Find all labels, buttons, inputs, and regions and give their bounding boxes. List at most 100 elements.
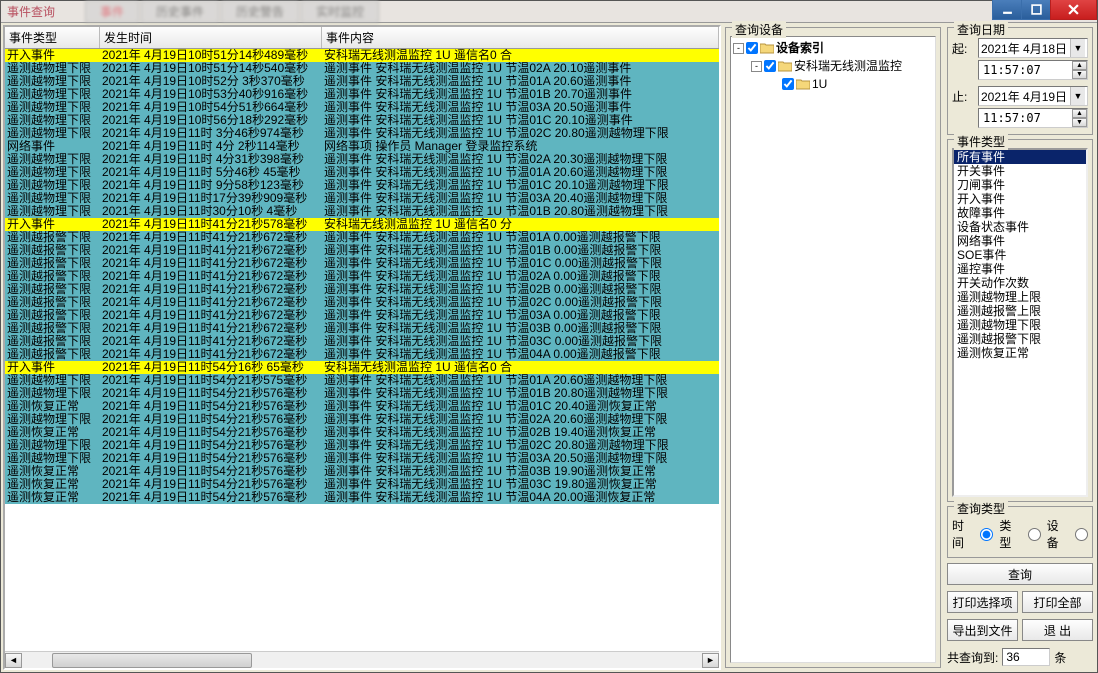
table-row[interactable]: 遥测越物理下限2021年 4月19日11时54分21秒576毫秒遥测事件 安科瑞… xyxy=(5,439,719,452)
event-type-list[interactable]: 所有事件开关事件刀闸事件开入事件故障事件设备状态事件网络事件SOE事件遥控事件开… xyxy=(952,148,1088,497)
table-row[interactable]: 遥测越物理下限2021年 4月19日11时 9分58秒123毫秒遥测事件 安科瑞… xyxy=(5,179,719,192)
list-item[interactable]: 所有事件 xyxy=(954,150,1086,164)
table-row[interactable]: 遥测越物理下限2021年 4月19日11时 3分46秒974毫秒遥测事件 安科瑞… xyxy=(5,127,719,140)
col-header-time[interactable]: 发生时间 xyxy=(100,27,322,48)
radio-time[interactable] xyxy=(980,528,993,541)
list-item[interactable]: 刀闸事件 xyxy=(954,178,1086,192)
tab-3[interactable]: 实时监控 xyxy=(301,0,379,23)
list-item[interactable]: 故障事件 xyxy=(954,206,1086,220)
table-row[interactable]: 遥测越物理下限2021年 4月19日11时30分10秒 4毫秒遥测事件 安科瑞无… xyxy=(5,205,719,218)
to-time-input[interactable]: 11:57:07 ▲▼ xyxy=(978,108,1088,128)
table-row[interactable]: 遥测越物理下限2021年 4月19日10时54分51秒664毫秒遥测事件 安科瑞… xyxy=(5,101,719,114)
tree-root-check[interactable] xyxy=(746,42,758,54)
cell-content: 遥测事件 安科瑞无线测温监控 1U 节温03C 0.00遥测越报警下限 xyxy=(322,335,719,348)
scroll-thumb[interactable] xyxy=(52,653,252,668)
time-spinner[interactable]: ▲▼ xyxy=(1072,61,1087,79)
table-row[interactable]: 遥测越物理下限2021年 4月19日10时52分 3秒370毫秒遥测事件 安科瑞… xyxy=(5,75,719,88)
cell-type: 遥测恢复正常 xyxy=(5,465,100,478)
time-spinner[interactable]: ▲▼ xyxy=(1072,109,1087,127)
export-button[interactable]: 导出到文件 xyxy=(947,619,1018,641)
table-row[interactable]: 遥测越物理下限2021年 4月19日11时54分21秒576毫秒遥测事件 安科瑞… xyxy=(5,413,719,426)
table-row[interactable]: 开入事件2021年 4月19日11时54分16秒 65毫秒安科瑞无线测温监控 1… xyxy=(5,361,719,374)
table-row[interactable]: 遥测越报警下限2021年 4月19日11时41分21秒672毫秒遥测事件 安科瑞… xyxy=(5,348,719,361)
tab-2[interactable]: 历史警告 xyxy=(221,0,299,23)
chevron-down-icon[interactable]: ▼ xyxy=(1070,39,1085,57)
table-row[interactable]: 遥测恢复正常2021年 4月19日11时54分21秒576毫秒遥测事件 安科瑞无… xyxy=(5,465,719,478)
cell-time: 2021年 4月19日11时 9分58秒123毫秒 xyxy=(100,179,322,192)
table-row[interactable]: 遥测越报警下限2021年 4月19日11时41分21秒672毫秒遥测事件 安科瑞… xyxy=(5,257,719,270)
table-row[interactable]: 开入事件2021年 4月19日11时41分21秒578毫秒安科瑞无线测温监控 1… xyxy=(5,218,719,231)
horizontal-scrollbar[interactable]: ◄ ► xyxy=(5,651,719,668)
cell-content: 遥测事件 安科瑞无线测温监控 1U 节温01C 20.10遥测越物理下限 xyxy=(322,179,719,192)
table-row[interactable]: 遥测越报警下限2021年 4月19日11时41分21秒672毫秒遥测事件 安科瑞… xyxy=(5,231,719,244)
to-date-input[interactable]: 2021年 4月19日 ▼ xyxy=(978,86,1088,106)
table-row[interactable]: 遥测恢复正常2021年 4月19日11时54分21秒576毫秒遥测事件 安科瑞无… xyxy=(5,400,719,413)
app-window: 事件查询 事件 历史事件 历史警告 实时监控 事件类型 发生时间 事件内容 开入… xyxy=(0,0,1098,673)
from-time-input[interactable]: 11:57:07 ▲▼ xyxy=(978,60,1088,80)
col-header-type[interactable]: 事件类型 xyxy=(5,27,100,48)
scroll-left-icon[interactable]: ◄ xyxy=(5,653,22,668)
expand-icon[interactable]: - xyxy=(751,61,762,72)
table-row[interactable]: 遥测恢复正常2021年 4月19日11时54分21秒576毫秒遥测事件 安科瑞无… xyxy=(5,491,719,504)
list-item[interactable]: 遥测越物理下限 xyxy=(954,318,1086,332)
tree-child1[interactable]: - 安科瑞无线测温监控 xyxy=(733,57,933,75)
radio-device[interactable] xyxy=(1075,528,1088,541)
cell-time: 2021年 4月19日11时54分21秒576毫秒 xyxy=(100,478,322,491)
list-item[interactable]: 遥测恢复正常 xyxy=(954,346,1086,360)
minimize-button[interactable] xyxy=(992,0,1022,20)
device-tree-legend: 查询设备 xyxy=(732,21,786,38)
table-row[interactable]: 遥测越物理下限2021年 4月19日10时56分18秒292毫秒遥测事件 安科瑞… xyxy=(5,114,719,127)
list-item[interactable]: 遥测越物理上限 xyxy=(954,290,1086,304)
close-button[interactable] xyxy=(1050,0,1097,20)
table-row[interactable]: 遥测越物理下限2021年 4月19日11时54分21秒575毫秒遥测事件 安科瑞… xyxy=(5,374,719,387)
content: 事件类型 发生时间 事件内容 开入事件2021年 4月19日10时51分14秒4… xyxy=(1,23,1097,672)
list-item[interactable]: 开关事件 xyxy=(954,164,1086,178)
tree-root[interactable]: - 设备索引 xyxy=(733,39,933,57)
table-row[interactable]: 遥测越物理下限2021年 4月19日10时53分40秒916毫秒遥测事件 安科瑞… xyxy=(5,88,719,101)
list-item[interactable]: SOE事件 xyxy=(954,248,1086,262)
table-row[interactable]: 遥测越物理下限2021年 4月19日11时 4分31秒398毫秒遥测事件 安科瑞… xyxy=(5,153,719,166)
scroll-right-icon[interactable]: ► xyxy=(702,653,719,668)
table-row[interactable]: 遥测越报警下限2021年 4月19日11时41分21秒672毫秒遥测事件 安科瑞… xyxy=(5,283,719,296)
tree-child1-check[interactable] xyxy=(764,60,776,72)
table-row[interactable]: 遥测越物理下限2021年 4月19日11时 5分46秒 45毫秒遥测事件 安科瑞… xyxy=(5,166,719,179)
query-button[interactable]: 查询 xyxy=(947,563,1093,585)
table-row[interactable]: 遥测越报警下限2021年 4月19日11时41分21秒672毫秒遥测事件 安科瑞… xyxy=(5,244,719,257)
device-tree[interactable]: - 设备索引 - 安科瑞无线测温监控 xyxy=(730,36,936,663)
table-row[interactable]: 遥测越物理下限2021年 4月19日11时54分21秒576毫秒遥测事件 安科瑞… xyxy=(5,387,719,400)
tree-child2[interactable]: 1U xyxy=(733,75,933,93)
list-item[interactable]: 开入事件 xyxy=(954,192,1086,206)
print-selection-button[interactable]: 打印选择项 xyxy=(947,591,1018,613)
table-row[interactable]: 遥测越物理下限2021年 4月19日11时54分21秒576毫秒遥测事件 安科瑞… xyxy=(5,452,719,465)
list-item[interactable]: 开关动作次数 xyxy=(954,276,1086,290)
from-date-input[interactable]: 2021年 4月18日 ▼ xyxy=(978,38,1088,58)
list-item[interactable]: 设备状态事件 xyxy=(954,220,1086,234)
table-row[interactable]: 遥测恢复正常2021年 4月19日11时54分21秒576毫秒遥测事件 安科瑞无… xyxy=(5,426,719,439)
list-item[interactable]: 遥控事件 xyxy=(954,262,1086,276)
table-row[interactable]: 开入事件2021年 4月19日10时51分14秒489毫秒安科瑞无线测温监控 1… xyxy=(5,49,719,62)
print-all-button[interactable]: 打印全部 xyxy=(1022,591,1093,613)
list-item[interactable]: 遥测越报警下限 xyxy=(954,332,1086,346)
col-header-content[interactable]: 事件内容 xyxy=(322,27,719,48)
tab-0[interactable]: 事件 xyxy=(85,0,139,23)
table-row[interactable]: 遥测越报警下限2021年 4月19日11时41分21秒672毫秒遥测事件 安科瑞… xyxy=(5,296,719,309)
table-row[interactable]: 网络事件2021年 4月19日11时 4分 2秒114毫秒网络事项 操作员 Ma… xyxy=(5,140,719,153)
exit-button[interactable]: 退 出 xyxy=(1022,619,1093,641)
table-row[interactable]: 遥测越物理下限2021年 4月19日11时17分39秒909毫秒遥测事件 安科瑞… xyxy=(5,192,719,205)
tab-1[interactable]: 历史事件 xyxy=(141,0,219,23)
table-row[interactable]: 遥测越报警下限2021年 4月19日11时41分21秒672毫秒遥测事件 安科瑞… xyxy=(5,335,719,348)
table-row[interactable]: 遥测越报警下限2021年 4月19日11时41分21秒672毫秒遥测事件 安科瑞… xyxy=(5,309,719,322)
chevron-down-icon[interactable]: ▼ xyxy=(1070,87,1085,105)
grid-body[interactable]: 开入事件2021年 4月19日10时51分14秒489毫秒安科瑞无线测温监控 1… xyxy=(5,49,719,651)
table-row[interactable]: 遥测越报警下限2021年 4月19日11时41分21秒672毫秒遥测事件 安科瑞… xyxy=(5,270,719,283)
tree-child2-check[interactable] xyxy=(782,78,794,90)
table-row[interactable]: 遥测越物理下限2021年 4月19日10时51分14秒540毫秒遥测事件 安科瑞… xyxy=(5,62,719,75)
table-row[interactable]: 遥测越报警下限2021年 4月19日11时41分21秒672毫秒遥测事件 安科瑞… xyxy=(5,322,719,335)
maximize-button[interactable] xyxy=(1021,0,1051,20)
table-row[interactable]: 遥测恢复正常2021年 4月19日11时54分21秒576毫秒遥测事件 安科瑞无… xyxy=(5,478,719,491)
list-item[interactable]: 网络事件 xyxy=(954,234,1086,248)
radio-type[interactable] xyxy=(1028,528,1041,541)
cell-time: 2021年 4月19日11时54分21秒576毫秒 xyxy=(100,439,322,452)
list-item[interactable]: 遥测越报警上限 xyxy=(954,304,1086,318)
expand-icon[interactable]: - xyxy=(733,43,744,54)
